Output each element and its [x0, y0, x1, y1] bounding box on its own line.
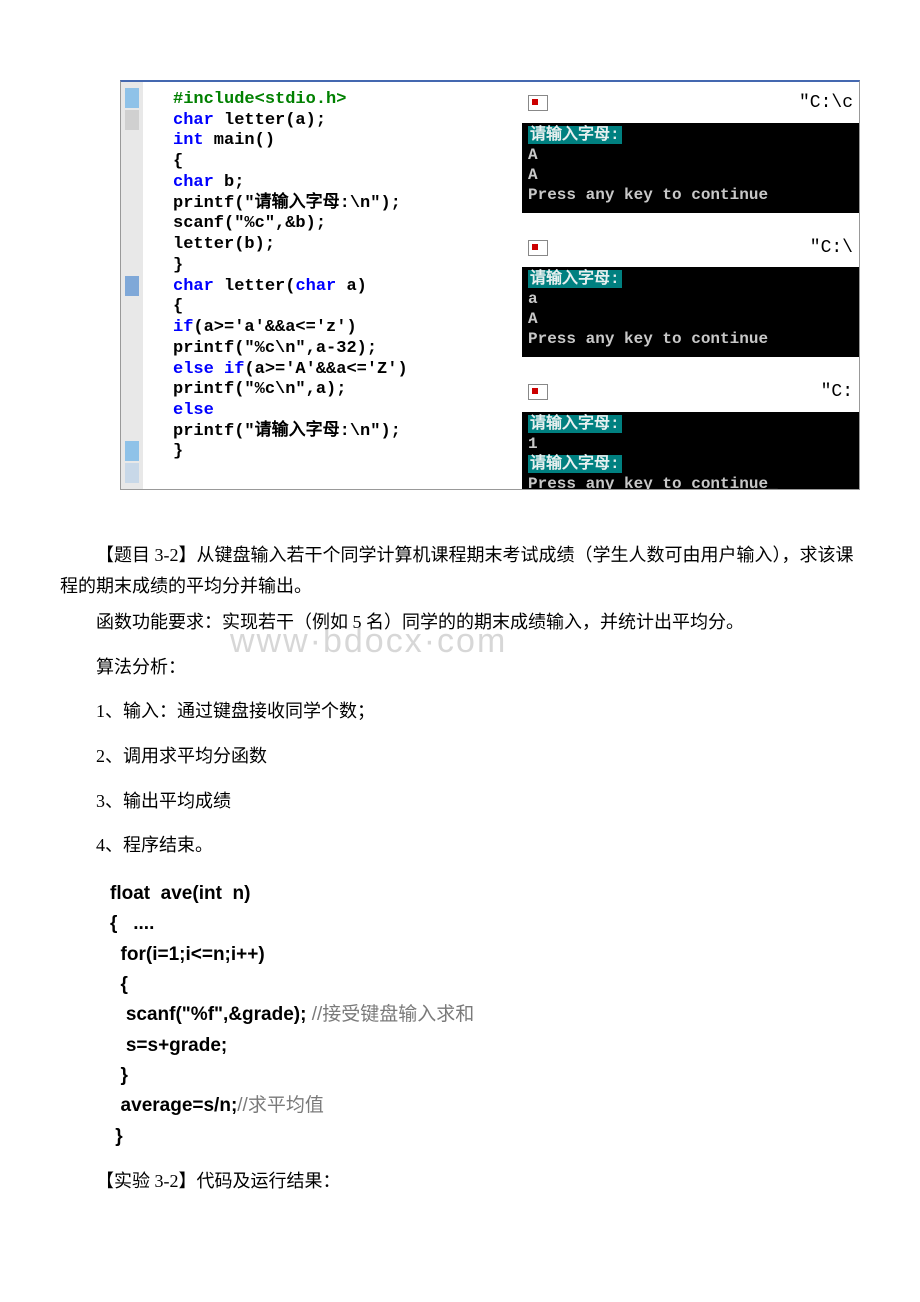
algo-steps-list: 1、输入：通过键盘接收同学个数； 2、调用求平均分函数 3、输出平均成绩 4、程序结束…	[96, 696, 860, 860]
algo-step: 4、程序结束。	[96, 830, 860, 861]
ide-gutter	[121, 82, 143, 489]
console-icon	[528, 240, 548, 256]
console-window-3: "C: 请输入字母:1请输入字母:Press any key to contin…	[522, 375, 859, 490]
console-body: 请输入字母:AAPress any key to continue	[522, 123, 859, 213]
question-3-2-requirement: 函数功能要求：实现若干（例如 5 名）同学的的期末成绩输入，并统计出平均分。	[60, 607, 860, 638]
console-window-2: "C:\ 请输入字母:aAPress any key to continue	[522, 231, 859, 358]
code-editor: #include<stdio.h>char letter(a);int main…	[143, 82, 518, 489]
console-window-1: "C:\c 请输入字母:AAPress any key to continue	[522, 86, 859, 213]
console-body: 请输入字母:aAPress any key to continue	[522, 267, 859, 357]
experiment-3-2-label: 【实验 3-2】代码及运行结果：	[60, 1166, 860, 1197]
algo-step: 1、输入：通过键盘接收同学个数；	[96, 696, 860, 727]
console-icon	[528, 384, 548, 400]
ide-screenshot: #include<stdio.h>char letter(a);int main…	[120, 80, 860, 490]
console-path: "C:\c	[799, 88, 853, 119]
console-path: "C:	[821, 377, 853, 408]
algo-step: 2、调用求平均分函数	[96, 741, 860, 772]
console-icon	[528, 95, 548, 111]
algo-label: 算法分析：	[60, 652, 860, 683]
code-snippet-ave: float ave(int n){ .... for(i=1;i<=n;i++)…	[110, 879, 860, 1153]
algo-step: 3、输出平均成绩	[96, 786, 860, 817]
question-3-2-title: 【题目 3-2】从键盘输入若干个同学计算机课程期末考试成绩（学生人数可由用户输入…	[60, 540, 860, 601]
console-body: 请输入字母:1请输入字母:Press any key to continue_	[522, 412, 859, 490]
console-path: "C:\	[810, 233, 853, 264]
